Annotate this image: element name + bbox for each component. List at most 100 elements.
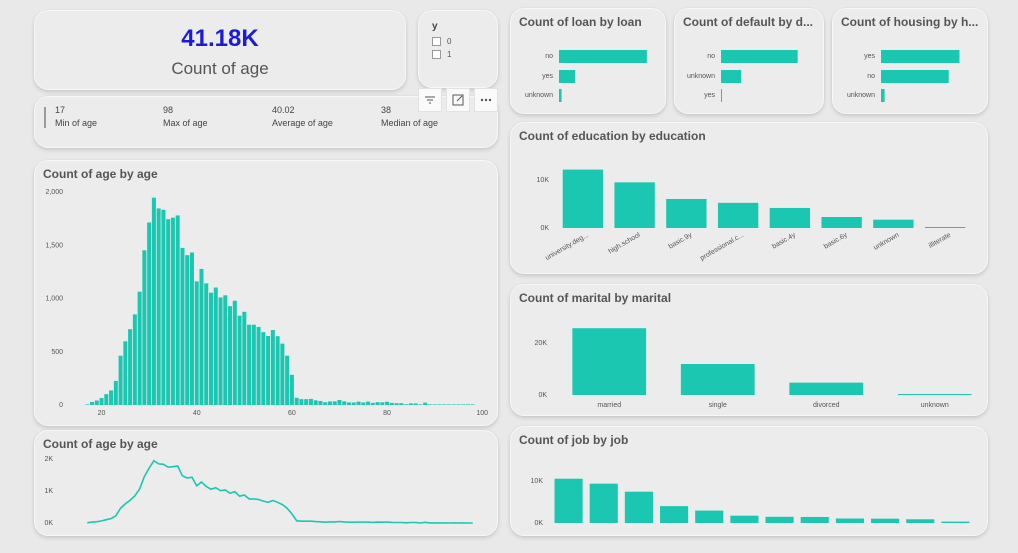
bar [461,404,466,405]
bar [408,403,413,405]
x-tick-label: basic.9y [668,231,694,250]
x-tick-label: professional.c... [699,232,745,263]
bar [204,283,209,405]
bar [327,401,332,405]
y-tick-label: 2K [44,456,53,463]
filter-button[interactable] [418,88,442,112]
bar [94,400,99,405]
loan-chart-card: Count of loan by loan no yes unknown [510,8,666,114]
checkbox-icon[interactable] [432,37,441,47]
bar [280,343,285,405]
focus-mode-button[interactable] [446,88,470,112]
slicer-option-0[interactable]: 0 [432,37,452,47]
slicer-y: y 0 1 [418,10,498,88]
bar [456,404,461,405]
slicer-option-label: 0 [447,37,452,46]
stats-accent-bar [44,107,46,128]
y-tick-label: 1K [44,488,53,495]
bar [451,404,456,405]
more-options-button[interactable] [474,88,498,112]
checkbox-icon[interactable] [432,50,441,60]
bar [559,89,562,102]
age-histogram-card: Count of age by age 0 500 1,000 1,500 2,000 2… [34,160,498,426]
bar [721,70,742,83]
education-chart-card: Count of education by education 0K 10K uni… [510,122,988,274]
bar [156,208,161,405]
bar [835,518,864,523]
y-tick-label: 0K [534,520,543,527]
bar [104,394,109,405]
tick-label: no [707,53,715,60]
bar [218,297,223,405]
stat-max: 98 Max of age [163,105,208,128]
slicer-option-label: 1 [447,50,452,59]
bar [242,311,247,405]
stat-average-label: Average of age [272,118,333,128]
bar [270,330,275,405]
y-tick-label: 0K [538,392,547,399]
bar [721,50,798,63]
bar [881,89,885,102]
bar [232,300,237,405]
bar [123,341,128,405]
bar [175,215,180,405]
bar [624,491,653,523]
bar [765,516,794,523]
stat-max-value: 98 [163,105,174,115]
kpi-value: 41.18K [181,25,259,52]
bar [194,281,199,405]
bar [294,397,299,405]
bar [941,521,970,523]
bar [666,198,707,228]
bar [323,402,328,405]
bar [256,326,261,405]
bar [881,70,949,83]
stat-min-label: Min of age [55,118,98,128]
bar [285,355,290,405]
x-tick-label: 40 [193,410,201,417]
bar [370,402,375,405]
bar [90,402,95,405]
bar [418,404,423,405]
bar [128,329,133,405]
bar [906,519,935,523]
age-line-card: Count of age by age 0K 1K 2K [34,430,498,536]
x-tick-label: married [597,402,621,409]
bar [170,217,175,405]
bar [189,252,194,405]
bar [789,382,864,395]
housing-chart-card: Count of housing by h... yes no unknown [832,8,988,114]
bar [695,510,724,523]
y-tick-label: 500 [51,349,63,356]
bar [166,219,171,405]
education-bar-chart: 0K 10K university.deg... high.school basic.9… [537,169,966,263]
bar [660,506,689,523]
focus-mode-icon [452,94,464,106]
x-tick-label: 60 [288,410,296,417]
default-bar-chart: no unknown yes [687,50,798,102]
bar [304,399,309,405]
marital-bar-chart: 0K 20K married single divorced unknown [535,328,972,409]
tick-label: unknown [525,92,553,99]
bar [404,404,409,405]
bar [142,250,147,405]
bar [871,518,900,523]
x-tick-label: basic.6y [823,231,849,250]
bar [113,380,118,405]
tick-label: no [545,53,553,60]
filter-icon [425,96,435,104]
loan-bar-chart: no yes unknown [525,50,647,102]
slicer-option-1[interactable]: 1 [432,50,452,60]
bar [366,401,371,405]
bar [209,292,213,405]
bar [261,332,266,405]
bar [821,216,862,228]
y-tick-label: 10K [531,478,544,485]
bar [308,398,313,405]
bar [437,404,442,405]
stat-min: 17 Min of age [55,105,97,128]
bar [385,401,390,405]
bar [562,169,604,228]
bar [247,324,252,405]
bar [399,403,404,405]
